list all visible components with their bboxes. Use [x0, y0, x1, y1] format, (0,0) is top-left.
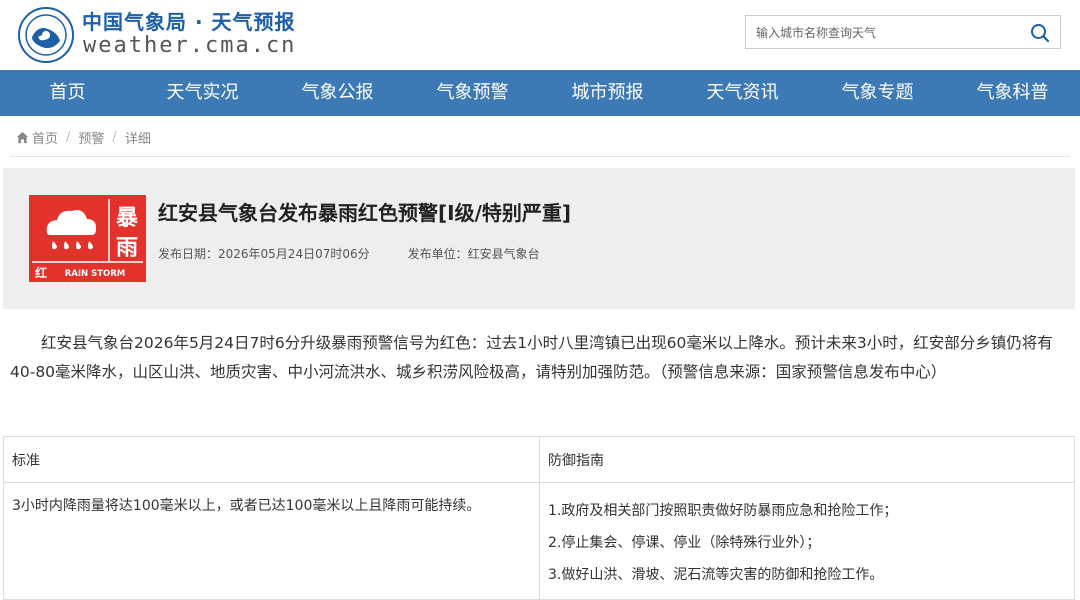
house-icon — [16, 131, 29, 144]
site-header: 中国气象局 · 天气预报 weather.cma.cn — [0, 0, 1080, 70]
guide-table: 标准 防御指南 3小时内降雨量将达100毫米以上，或者已达100毫米以上且降雨可… — [3, 436, 1075, 600]
nav-item-bulletin[interactable]: 气象公报 — [270, 70, 405, 116]
warning-char-bao: 暴 — [115, 206, 139, 231]
guide-list: 1.政府及相关部门按照职责做好防暴雨应急和抢险工作； 2.停止集会、停课、停业（… — [539, 482, 1075, 600]
search-box — [745, 15, 1061, 50]
magnifier-icon[interactable] — [1030, 23, 1050, 43]
breadcrumb-warnings[interactable]: 预警 — [78, 128, 104, 147]
brand-title[interactable]: 中国气象局 · 天气预报 — [82, 6, 296, 35]
alert-meta: 发布日期：2026年05月24日07时06分 发布单位：红安县气象台 — [158, 245, 540, 262]
breadcrumb-separator: / — [112, 130, 117, 145]
header-standard: 标准 — [3, 436, 540, 483]
nav-item-news[interactable]: 天气资讯 — [675, 70, 810, 116]
warning-en-text: RAIN STORM — [65, 269, 126, 279]
alert-content: 红安县气象台2026年5月24日7时6分升级暴雨预警信号为红色：过去1小时八里湾… — [10, 334, 1053, 381]
brand-domain[interactable]: weather.cma.cn — [83, 33, 296, 58]
nav-item-home[interactable]: 首页 — [0, 70, 135, 116]
search-input[interactable] — [746, 16, 1028, 50]
guide-item: 2.停止集会、停课、停业（除特殊行业外）； — [548, 535, 821, 551]
warning-level-char: 红 — [35, 265, 47, 280]
main-nav: 首页 天气实况 气象公报 气象预警 城市预报 天气资讯 气象专题 气象科普 — [0, 70, 1080, 116]
breadcrumb-separator: / — [66, 130, 71, 145]
alert-summary: 暴 雨 红 RAIN STORM 红安县气象台发布暴雨红色预警[I级/特别严重]… — [3, 168, 1075, 309]
table-header-row: 标准 防御指南 — [3, 436, 1075, 483]
cma-emblem-icon[interactable] — [18, 7, 74, 63]
publish-unit: 发布单位：红安县气象台 — [407, 247, 540, 261]
nav-item-science[interactable]: 气象科普 — [945, 70, 1080, 116]
warning-char-yu: 雨 — [116, 236, 138, 261]
guide-item: 3.做好山洪、滑坡、泥石流等灾害的防御和抢险工作。 — [548, 567, 884, 583]
breadcrumb-home[interactable]: 首页 — [32, 128, 58, 147]
nav-item-city-forecast[interactable]: 城市预报 — [540, 70, 675, 116]
guide-item: 1.政府及相关部门按照职责做好防暴雨应急和抢险工作； — [548, 503, 898, 519]
nav-item-topics[interactable]: 气象专题 — [810, 70, 945, 116]
nav-item-live-weather[interactable]: 天气实况 — [135, 70, 270, 116]
standard-text: 3小时内降雨量将达100毫米以上，或者已达100毫米以上且降雨可能持续。 — [3, 482, 540, 600]
table-row: 3小时内降雨量将达100毫米以上，或者已达100毫米以上且降雨可能持续。 1.政… — [3, 482, 1075, 600]
publish-date: 发布日期：2026年05月24日07时06分 — [158, 247, 370, 261]
rainstorm-red-warning-icon: 暴 雨 红 RAIN STORM — [29, 195, 146, 282]
alert-title: 红安县气象台发布暴雨红色预警[I级/特别严重] — [158, 201, 572, 225]
nav-item-warnings[interactable]: 气象预警 — [405, 70, 540, 116]
breadcrumb-detail: 详细 — [124, 132, 151, 147]
breadcrumb: 首页 / 预警 / 详细 — [10, 116, 1070, 157]
header-guide: 防御指南 — [539, 436, 1075, 483]
